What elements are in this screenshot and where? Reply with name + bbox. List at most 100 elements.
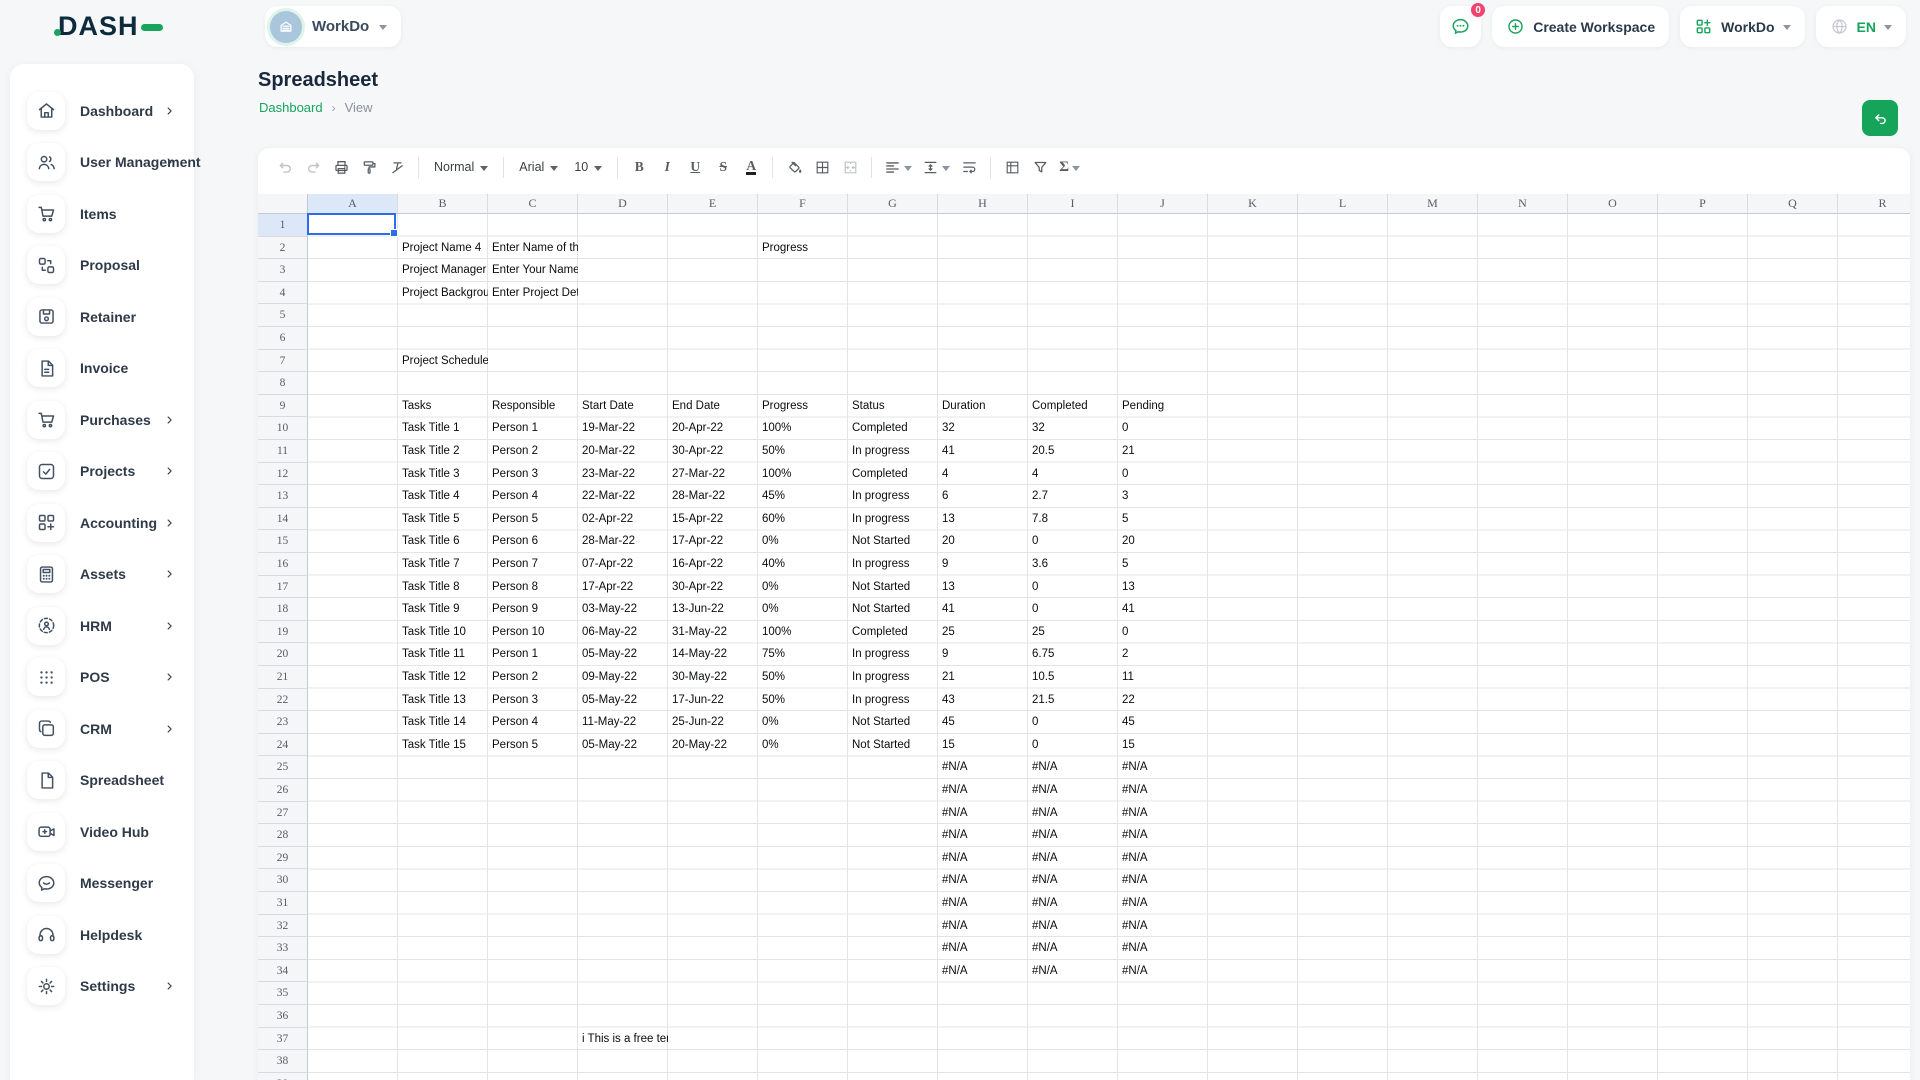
cell-E11[interactable]: 30-Apr-22 (668, 440, 758, 463)
cell-J32[interactable]: #N/A (1118, 915, 1208, 938)
font-size-dropdown[interactable]: 10 (567, 154, 609, 180)
cell-B11[interactable]: Task Title 2 (398, 440, 488, 463)
cell-H10[interactable]: 32 (938, 417, 1028, 440)
row-header-24[interactable]: 24 (258, 734, 308, 757)
breadcrumb-dashboard-link[interactable]: Dashboard (259, 100, 323, 115)
app-logo[interactable]: DASH (58, 11, 163, 42)
cell-D19[interactable]: 06-May-22 (578, 621, 668, 644)
cell-D21[interactable]: 09-May-22 (578, 666, 668, 689)
row-header-1[interactable]: 1 (258, 214, 308, 237)
row-header-28[interactable]: 28 (258, 824, 308, 847)
cell-J33[interactable]: #N/A (1118, 937, 1208, 960)
cell-J10[interactable]: 0 (1118, 417, 1208, 440)
filter-button[interactable] (1027, 154, 1053, 180)
cell-J14[interactable]: 5 (1118, 508, 1208, 531)
row-header-30[interactable]: 30 (258, 869, 308, 892)
cell-J29[interactable]: #N/A (1118, 847, 1208, 870)
cell-G17[interactable]: Not Started (848, 576, 938, 599)
cell-H26[interactable]: #N/A (938, 779, 1028, 802)
column-header-H[interactable]: H (938, 194, 1028, 214)
cell-H29[interactable]: #N/A (938, 847, 1028, 870)
cell-E16[interactable]: 16-Apr-22 (668, 553, 758, 576)
cell-B23[interactable]: Task Title 14 (398, 711, 488, 734)
cell-C9[interactable]: Responsible (488, 395, 578, 418)
cell-H34[interactable]: #N/A (938, 960, 1028, 983)
clear-format-button[interactable] (384, 154, 410, 180)
cell-G14[interactable]: In progress (848, 508, 938, 531)
print-button[interactable] (328, 154, 354, 180)
cell-J19[interactable]: 0 (1118, 621, 1208, 644)
cell-D37[interactable]: i This is a free ter (578, 1028, 668, 1051)
row-header-6[interactable]: 6 (258, 327, 308, 350)
row-header-21[interactable]: 21 (258, 666, 308, 689)
cell-E18[interactable]: 13-Jun-22 (668, 598, 758, 621)
cell-B10[interactable]: Task Title 1 (398, 417, 488, 440)
sidebar-item-pos[interactable]: POS (10, 652, 194, 704)
row-header-10[interactable]: 10 (258, 417, 308, 440)
cell-H23[interactable]: 45 (938, 711, 1028, 734)
cell-E24[interactable]: 20-May-22 (668, 734, 758, 757)
cell-J20[interactable]: 2 (1118, 643, 1208, 666)
cell-I31[interactable]: #N/A (1028, 892, 1118, 915)
cell-J24[interactable]: 15 (1118, 734, 1208, 757)
sum-button[interactable]: Σ (1055, 154, 1084, 180)
font-family-dropdown[interactable]: Arial (512, 154, 565, 180)
column-header-M[interactable]: M (1388, 194, 1478, 214)
sidebar-item-messenger[interactable]: Messenger (10, 858, 194, 910)
row-header-17[interactable]: 17 (258, 576, 308, 599)
workspace-switcher[interactable]: WorkDo (1680, 6, 1804, 47)
cell-G9[interactable]: Status (848, 395, 938, 418)
row-header-4[interactable]: 4 (258, 282, 308, 305)
sidebar-item-user-management[interactable]: User Management (10, 137, 194, 189)
undo-button[interactable] (272, 154, 298, 180)
cell-B21[interactable]: Task Title 12 (398, 666, 488, 689)
cell-E10[interactable]: 20-Apr-22 (668, 417, 758, 440)
cell-B22[interactable]: Task Title 13 (398, 689, 488, 712)
cell-B24[interactable]: Task Title 15 (398, 734, 488, 757)
messages-button[interactable]: 0 (1440, 6, 1481, 47)
cell-J17[interactable]: 13 (1118, 576, 1208, 599)
row-header-7[interactable]: 7 (258, 350, 308, 373)
cell-E21[interactable]: 30-May-22 (668, 666, 758, 689)
strikethrough-button[interactable]: S (710, 154, 736, 180)
sidebar-item-spreadsheet[interactable]: Spreadsheet (10, 755, 194, 807)
text-color-button[interactable]: A (738, 154, 764, 180)
cell-I25[interactable]: #N/A (1028, 756, 1118, 779)
column-header-D[interactable]: D (578, 194, 668, 214)
cell-J27[interactable]: #N/A (1118, 802, 1208, 825)
cell-D15[interactable]: 28-Mar-22 (578, 530, 668, 553)
create-workspace-button[interactable]: Create Workspace (1492, 6, 1669, 47)
cell-F12[interactable]: 100% (758, 463, 848, 486)
cell-I14[interactable]: 7.8 (1028, 508, 1118, 531)
sidebar-item-settings[interactable]: Settings (10, 961, 194, 1013)
cell-C18[interactable]: Person 9 (488, 598, 578, 621)
language-selector[interactable]: EN (1816, 6, 1906, 47)
cell-G11[interactable]: In progress (848, 440, 938, 463)
cell-E15[interactable]: 17-Apr-22 (668, 530, 758, 553)
cell-I13[interactable]: 2.7 (1028, 485, 1118, 508)
cell-G22[interactable]: In progress (848, 689, 938, 712)
sidebar-item-video-hub[interactable]: Video Hub (10, 806, 194, 858)
cell-E19[interactable]: 31-May-22 (668, 621, 758, 644)
cell-J30[interactable]: #N/A (1118, 869, 1208, 892)
cell-B18[interactable]: Task Title 9 (398, 598, 488, 621)
cell-C19[interactable]: Person 10 (488, 621, 578, 644)
underline-button[interactable]: U (682, 154, 708, 180)
back-button[interactable] (1862, 100, 1898, 136)
sidebar-item-crm[interactable]: CRM (10, 703, 194, 755)
cell-G19[interactable]: Completed (848, 621, 938, 644)
cell-C22[interactable]: Person 3 (488, 689, 578, 712)
number-format-dropdown[interactable]: Normal (427, 154, 495, 180)
row-header-36[interactable]: 36 (258, 1005, 308, 1028)
cell-D17[interactable]: 17-Apr-22 (578, 576, 668, 599)
column-header-J[interactable]: J (1118, 194, 1208, 214)
cell-D13[interactable]: 22-Mar-22 (578, 485, 668, 508)
cell-J12[interactable]: 0 (1118, 463, 1208, 486)
cell-I19[interactable]: 25 (1028, 621, 1118, 644)
row-header-39[interactable]: 39 (258, 1073, 308, 1080)
column-header-O[interactable]: O (1568, 194, 1658, 214)
cell-E9[interactable]: End Date (668, 395, 758, 418)
cell-B12[interactable]: Task Title 3 (398, 463, 488, 486)
cell-F20[interactable]: 75% (758, 643, 848, 666)
cell-I30[interactable]: #N/A (1028, 869, 1118, 892)
